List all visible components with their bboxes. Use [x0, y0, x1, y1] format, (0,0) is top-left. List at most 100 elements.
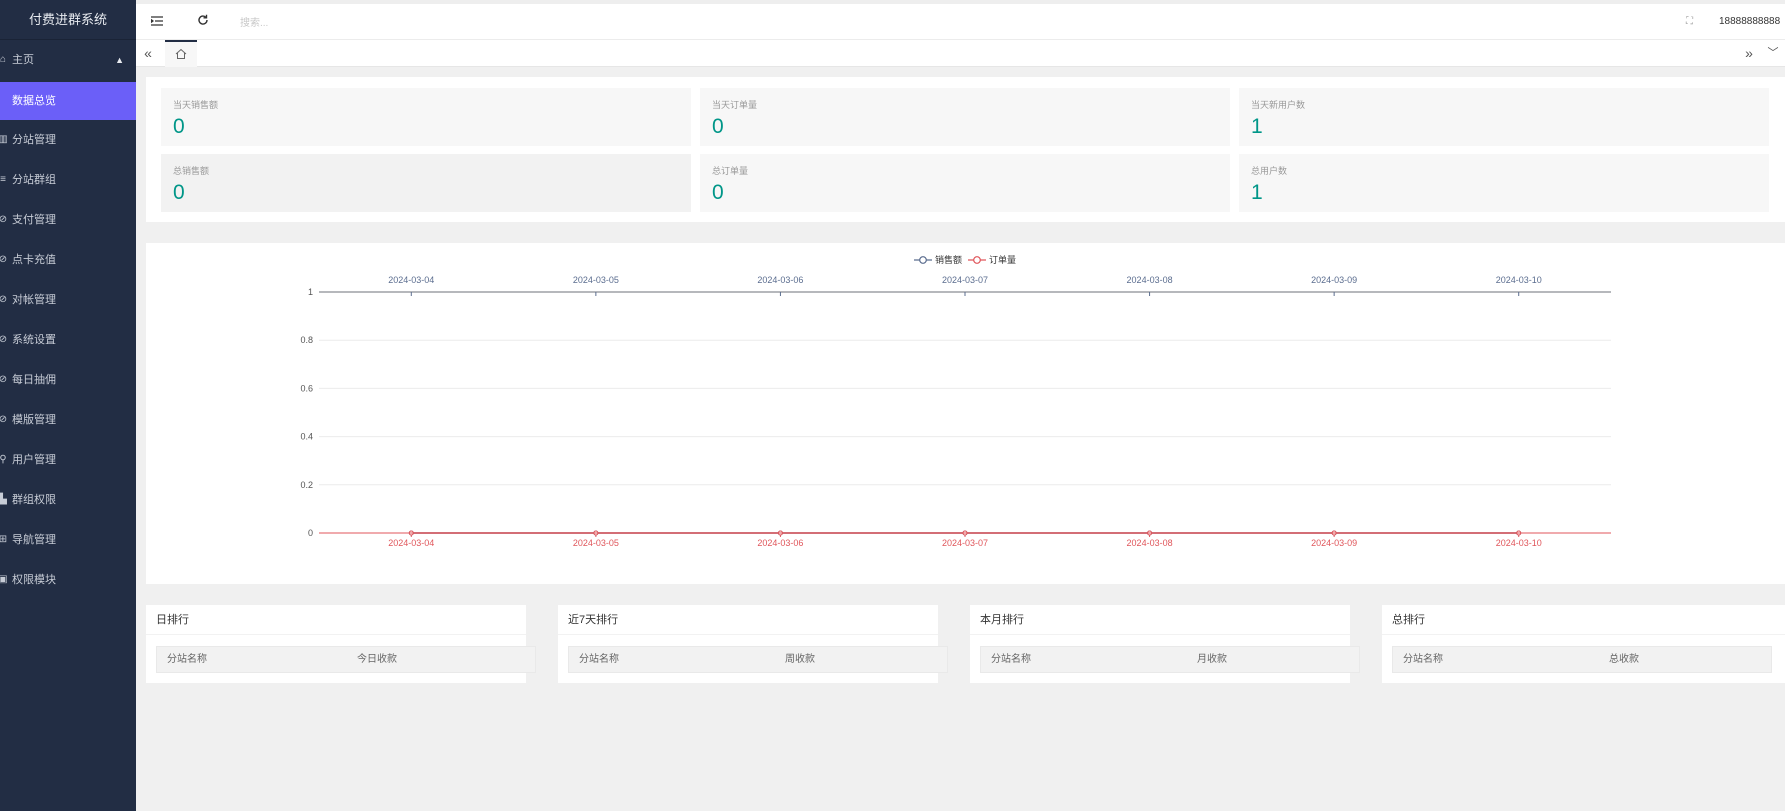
x-tick-label-bottom: 2024-03-05: [573, 538, 619, 548]
stat-card-today-orders: 当天订单量 0: [700, 88, 1230, 146]
sidebar-item-home[interactable]: ⌂ 主页 ▲: [0, 40, 136, 80]
sidebar-item[interactable]: ⚲ 用户管理: [0, 440, 136, 480]
y-tick-label: 1: [308, 287, 313, 297]
sidebar-item-label: 支付管理: [12, 214, 56, 226]
rank-col-amount: 月收款: [1197, 654, 1227, 665]
line-chart: 0 0.2 0.4 0.6 0.8 1 2024-03-04 2024-03-04 2024-0…: [300, 275, 1611, 548]
tab-home[interactable]: [165, 40, 197, 67]
sidebar-item-label: 系统设置: [12, 334, 56, 346]
user-icon: ⚲: [0, 454, 7, 465]
stat-card-total-sales: 总销售额 0: [161, 154, 691, 212]
sidebar: 付费进群系统 ⌂ 主页 ▲ 数据总览 ▥ 分站管理 ≡ 分站群组 ⊘ 支付管理 ⊘ 点卡充值 ⊘ 对帐管理…: [0, 0, 136, 811]
sidebar-item[interactable]: ≡ 分站群组: [0, 160, 136, 200]
tabs-scroll-left-icon[interactable]: «: [136, 40, 160, 66]
sidebar-item[interactable]: ⊘ 支付管理: [0, 200, 136, 240]
rank-col-amount: 今日收款: [357, 654, 397, 665]
search-input[interactable]: [240, 13, 460, 33]
rank-card-monthly: 本月排行 分站名称 月收款: [970, 605, 1360, 683]
sidebar-item[interactable]: ⊘ 每日抽佣: [0, 360, 136, 400]
stat-value: 0: [173, 181, 185, 204]
user-menu[interactable]: 18888888888: [1719, 4, 1785, 40]
x-tick-label-top: 2024-03-04: [388, 275, 434, 285]
chart-panel: 销售额 订单量 0 0.2 0.4 0.6 0.8 1 2024-03-04 2024-03-…: [146, 243, 1785, 584]
stat-label: 当天订单量: [712, 100, 758, 110]
caret-up-icon: ▲: [115, 55, 124, 65]
x-tick-label-bottom: 2024-03-06: [757, 538, 803, 548]
fullscreen-icon[interactable]: ⛶: [1686, 4, 1693, 40]
home-icon: [175, 48, 187, 59]
sidebar-item[interactable]: ▙ 群组权限: [0, 480, 136, 520]
refresh-icon[interactable]: [188, 4, 218, 40]
settings-icon: ⊘: [0, 334, 8, 345]
sidebar-item-label: 对帐管理: [12, 294, 56, 306]
sidebar-item-overview[interactable]: 数据总览: [0, 82, 136, 120]
y-tick-label: 0.8: [300, 335, 313, 345]
stat-value: 0: [173, 115, 185, 138]
stat-card-today-sales: 当天销售额 0: [161, 88, 691, 146]
app-title: 付费进群系统: [0, 0, 136, 40]
sidebar-item-label: 群组权限: [12, 494, 56, 506]
sidebar-item[interactable]: ▣ 权限模块: [0, 560, 136, 600]
sidebar-item-label: 分站管理: [12, 134, 56, 146]
stat-value: 1: [1251, 181, 1263, 204]
sidebar-menu: ⌂ 主页 ▲ 数据总览 ▥ 分站管理 ≡ 分站群组 ⊘ 支付管理 ⊘ 点卡充值 ⊘ 对帐管理 ⊘ 系统设置 ⊘ 每…: [0, 40, 136, 600]
tabs-scroll-right-icon[interactable]: »: [1737, 40, 1761, 66]
stat-value: 0: [712, 115, 724, 138]
rank-col-amount: 周收款: [785, 654, 815, 665]
rank-table-header: 分站名称 今日收款: [156, 646, 536, 673]
home-icon: ⌂: [0, 54, 7, 65]
stat-card-today-new-users: 当天新用户数 1: [1239, 88, 1769, 146]
rank-col-amount: 总收款: [1609, 654, 1639, 665]
sidebar-item[interactable]: ⊞ 导航管理: [0, 520, 136, 560]
x-tick-label-top: 2024-03-08: [1127, 275, 1173, 285]
stat-value: 1: [1251, 115, 1263, 138]
rank-table-header: 分站名称 周收款: [568, 646, 948, 673]
sidebar-item-label: 数据总览: [12, 95, 56, 107]
rank-col-name: 分站名称: [579, 654, 619, 665]
tabs-bar: « » ﹀: [136, 40, 1785, 67]
x-tick-label-top: 2024-03-05: [573, 275, 619, 285]
tabs-dropdown-icon[interactable]: ﹀: [1761, 40, 1785, 66]
sidebar-item-label: 用户管理: [12, 454, 56, 466]
sidebar-item[interactable]: ⊘ 点卡充值: [0, 240, 136, 280]
sidebar-item[interactable]: ⊘ 系统设置: [0, 320, 136, 360]
rank-col-name: 分站名称: [991, 654, 1031, 665]
rank-title: 本月排行: [970, 605, 1350, 635]
x-tick-label-top: 2024-03-07: [942, 275, 988, 285]
rank-table-header: 分站名称 月收款: [980, 646, 1360, 673]
stat-card-total-orders: 总订单量 0: [700, 154, 1230, 212]
menu-fold-icon[interactable]: [142, 4, 172, 40]
y-tick-label: 0.4: [300, 432, 313, 442]
sidebar-item-label: 权限模块: [12, 574, 56, 586]
rank-col-name: 分站名称: [1403, 654, 1443, 665]
rank-col-name: 分站名称: [167, 654, 207, 665]
rank-title: 总排行: [1382, 605, 1785, 635]
rank-card-weekly: 近7天排行 分站名称 周收款: [558, 605, 948, 683]
sidebar-item[interactable]: ⊘ 对帐管理: [0, 280, 136, 320]
group-icon: ▙: [0, 494, 7, 505]
sidebar-item-label: 点卡充值: [12, 254, 56, 266]
stat-label: 当天销售额: [173, 100, 219, 110]
x-tick-label-top: 2024-03-10: [1496, 275, 1542, 285]
rank-card-total: 总排行 分站名称 总收款: [1382, 605, 1785, 683]
sidebar-item-label: 导航管理: [12, 534, 56, 546]
sidebar-item-label: 主页: [12, 54, 34, 66]
x-tick-label-bottom: 2024-03-08: [1127, 538, 1173, 548]
stat-value: 0: [712, 181, 724, 204]
stat-label: 总销售额: [173, 166, 210, 176]
sidebar-item[interactable]: ⊘ 模版管理: [0, 400, 136, 440]
x-tick-label-bottom: 2024-03-04: [388, 538, 434, 548]
sidebar-item[interactable]: ▥ 分站管理: [0, 120, 136, 160]
settings-icon: ⊘: [0, 294, 8, 305]
x-tick-label-bottom: 2024-03-10: [1496, 538, 1542, 548]
stat-label: 总订单量: [712, 166, 749, 176]
top-header: ⛶ 18888888888: [136, 0, 1785, 40]
y-tick-label: 0: [308, 528, 313, 538]
settings-icon: ⊘: [0, 374, 8, 385]
y-tick-label: 0.2: [300, 480, 313, 490]
sidebar-item-label: 每日抽佣: [12, 374, 56, 386]
module-icon: ▣: [0, 574, 8, 585]
settings-icon: ⊘: [0, 214, 8, 225]
settings-icon: ⊘: [0, 414, 8, 425]
sidebar-item-label: 模版管理: [12, 414, 56, 426]
